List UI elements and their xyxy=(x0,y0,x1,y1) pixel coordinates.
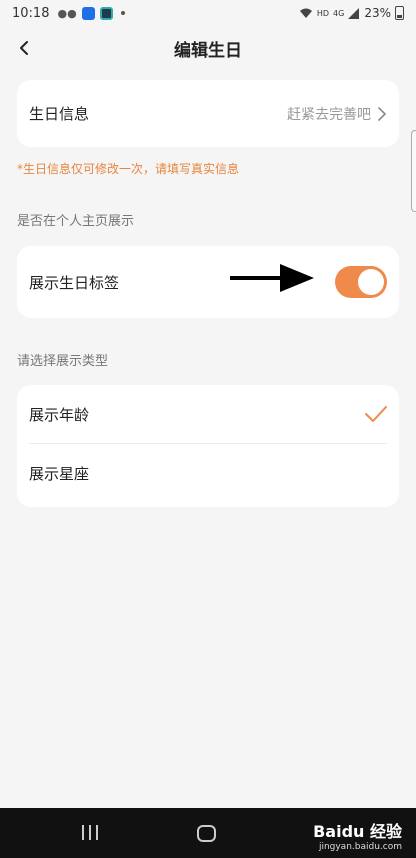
status-bar: 10:18 ●● HD 4G 23% xyxy=(0,0,416,26)
birthday-info-label: 生日信息 xyxy=(29,105,90,123)
birthday-info-value-group: 赶紧去完善吧 xyxy=(287,104,387,124)
wifi-icon xyxy=(299,8,312,18)
notification-dot-icon xyxy=(120,11,125,15)
status-time: 10:18 xyxy=(12,5,50,21)
home-button[interactable] xyxy=(197,825,216,842)
status-app-icons: ●● xyxy=(57,6,125,20)
watermark-url: jingyan.baidu.com xyxy=(318,842,402,852)
show-birthday-tag-label: 展示生日标签 xyxy=(29,273,120,292)
battery-percent: 23% xyxy=(364,6,391,20)
display-section-label: 是否在个人主页展示 xyxy=(17,214,135,229)
recent-apps-button[interactable] xyxy=(82,825,98,840)
display-type-card: 展示年龄 展示星座 xyxy=(17,385,399,507)
warning-text: *生日信息仅可修改一次，请填写真实信息 xyxy=(17,162,240,176)
status-indicators: HD 4G 23% xyxy=(299,6,404,20)
checkmark-icon xyxy=(365,406,387,422)
toggle-knob xyxy=(358,269,384,295)
baidu-watermark: Baidu 经验 jingyan.baidu.com xyxy=(313,818,402,852)
option-show-age-label: 展示年龄 xyxy=(29,405,90,424)
option-show-age[interactable]: 展示年龄 xyxy=(17,385,399,443)
chevron-right-icon xyxy=(378,106,386,121)
hd-label: HD xyxy=(316,8,330,18)
birthday-info-value: 赶紧去完善吧 xyxy=(287,106,371,123)
edge-scroll-handle[interactable] xyxy=(411,130,416,212)
option-show-zodiac[interactable]: 展示星座 xyxy=(17,444,399,502)
show-birthday-tag-row: 展示生日标签 xyxy=(17,246,399,318)
page-title: 编辑生日 xyxy=(174,40,242,61)
birthday-info-row[interactable]: 生日信息 赶紧去完善吧 xyxy=(17,80,399,147)
arrow-annotation-icon xyxy=(230,264,314,292)
header: 编辑生日 xyxy=(0,26,416,70)
app-icon xyxy=(81,6,95,20)
show-birthday-tag-toggle[interactable] xyxy=(335,266,387,298)
network-type-label: 4G xyxy=(333,8,345,18)
option-show-zodiac-label: 展示星座 xyxy=(29,464,90,483)
chat-icon: ●● xyxy=(57,6,77,20)
system-nav-bar: Baidu 经验 jingyan.baidu.com xyxy=(0,808,416,858)
chevron-left-icon xyxy=(20,41,28,55)
app-icon xyxy=(99,6,113,20)
battery-icon xyxy=(395,6,404,20)
watermark-brand: Baidu 经验 xyxy=(313,822,402,841)
back-button[interactable] xyxy=(12,36,36,60)
signal-icon xyxy=(348,7,360,19)
type-section-label: 请选择展示类型 xyxy=(17,354,109,369)
